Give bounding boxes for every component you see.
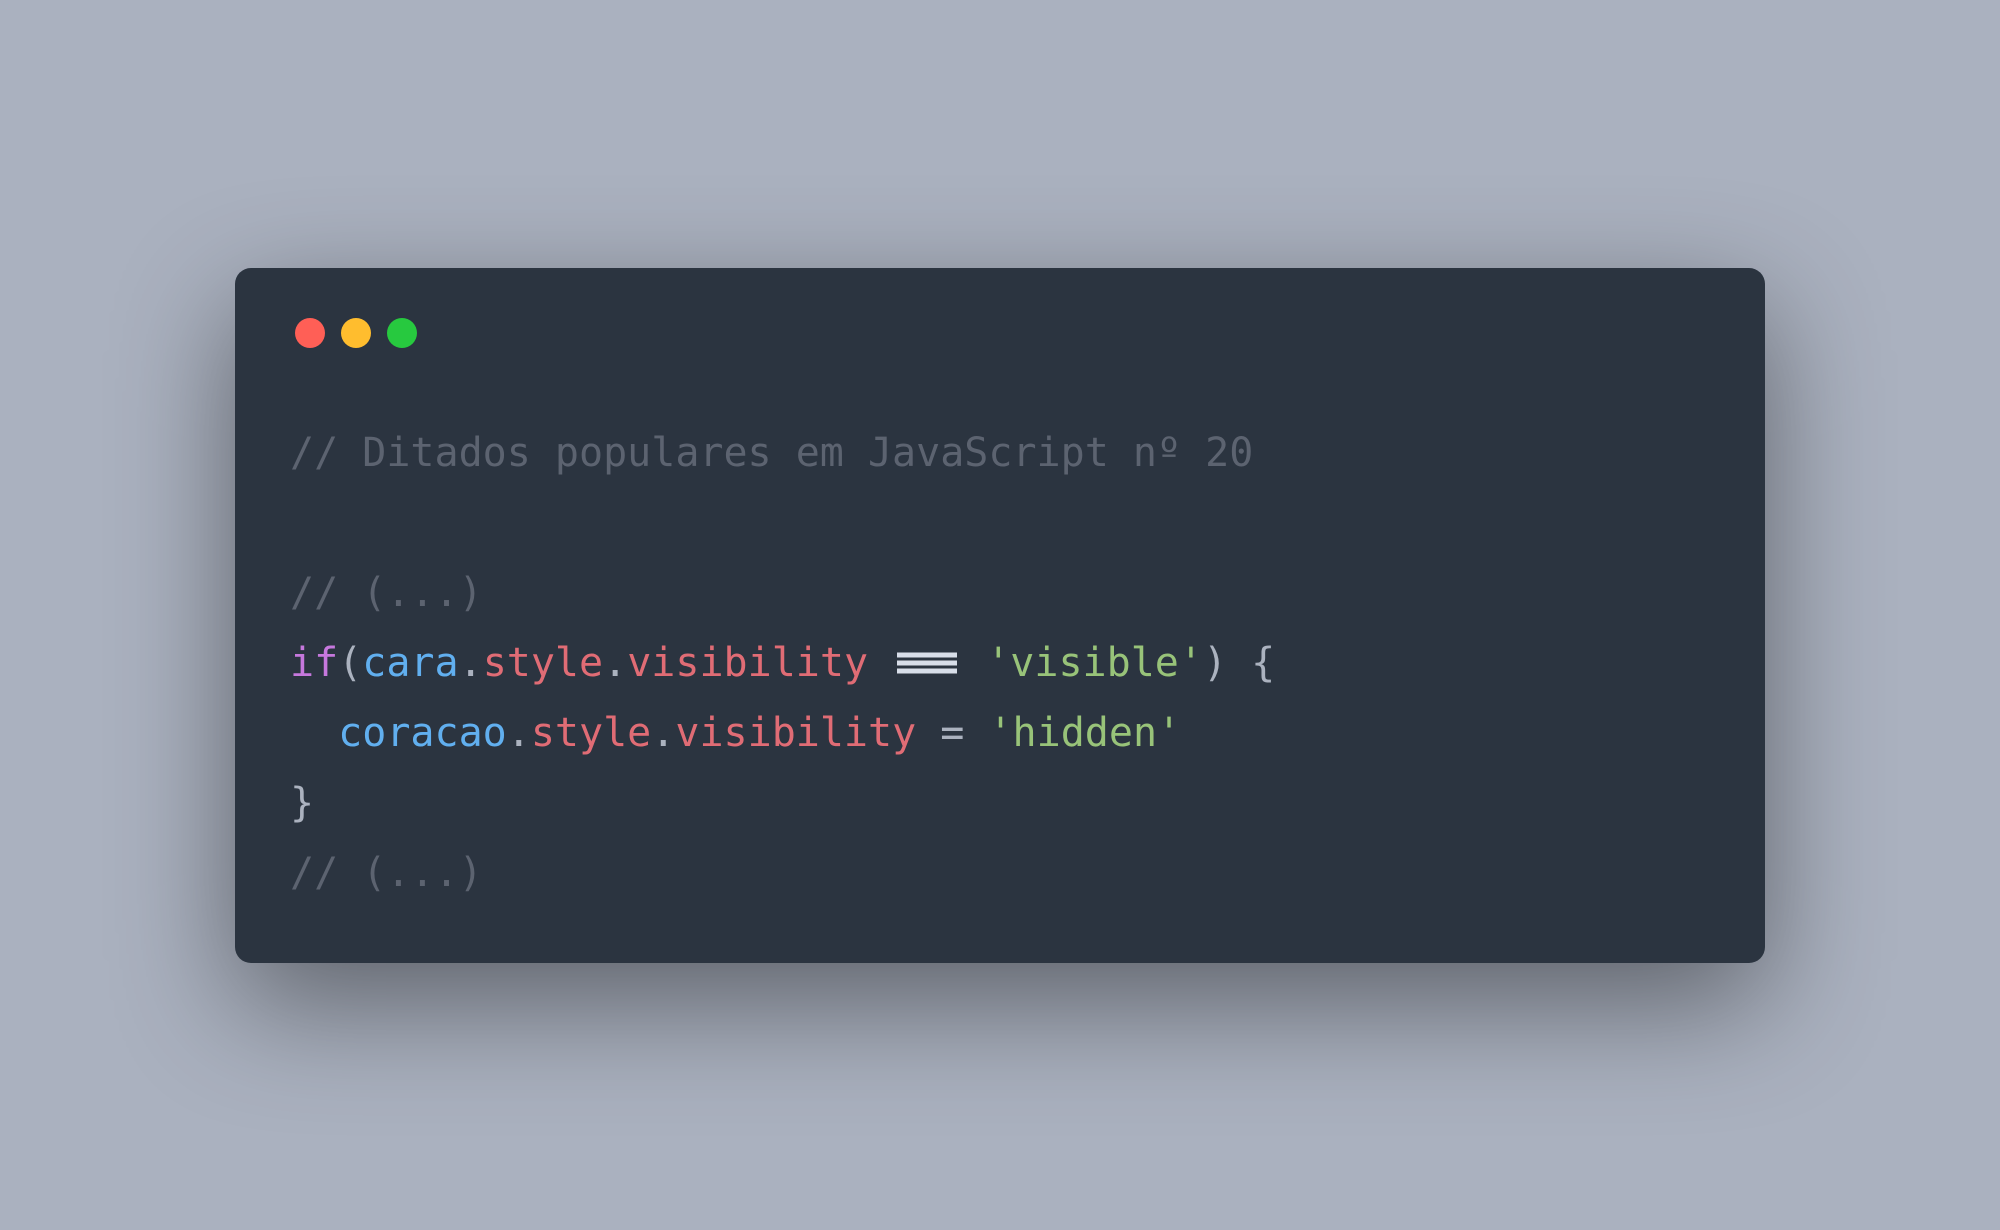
minimize-icon[interactable]: [341, 318, 371, 348]
strict-equals-icon: [896, 652, 958, 674]
dot: .: [651, 710, 675, 756]
prop-style: style: [531, 710, 651, 756]
paren-open: (: [338, 640, 362, 686]
paren-close: ): [1203, 640, 1227, 686]
code-comment-ellipsis-bottom: // (...): [290, 850, 483, 896]
code-window: // Ditados populares em JavaScript nº 20…: [235, 268, 1765, 963]
code-block: // Ditados populares em JavaScript nº 20…: [290, 418, 1710, 908]
prop-visibility: visibility: [627, 640, 868, 686]
space: [916, 710, 940, 756]
keyword-if: if: [290, 640, 338, 686]
prop-visibility: visibility: [675, 710, 916, 756]
dot: .: [507, 710, 531, 756]
window-controls: [295, 318, 1710, 348]
brace-open: {: [1251, 640, 1275, 686]
dot: .: [603, 640, 627, 686]
assign-op: =: [940, 710, 964, 756]
space: [964, 710, 988, 756]
string-hidden: 'hidden': [988, 710, 1181, 756]
space: [1227, 640, 1251, 686]
maximize-icon[interactable]: [387, 318, 417, 348]
space: [962, 640, 986, 686]
code-comment-ellipsis-top: // (...): [290, 570, 483, 616]
space: [868, 640, 892, 686]
string-visible: 'visible': [986, 640, 1203, 686]
close-icon[interactable]: [295, 318, 325, 348]
indent: [290, 710, 338, 756]
var-coracao: coracao: [338, 710, 507, 756]
prop-style: style: [483, 640, 603, 686]
var-cara: cara: [362, 640, 458, 686]
brace-close: }: [290, 780, 314, 826]
dot: .: [459, 640, 483, 686]
code-comment-title: // Ditados populares em JavaScript nº 20: [290, 430, 1253, 476]
